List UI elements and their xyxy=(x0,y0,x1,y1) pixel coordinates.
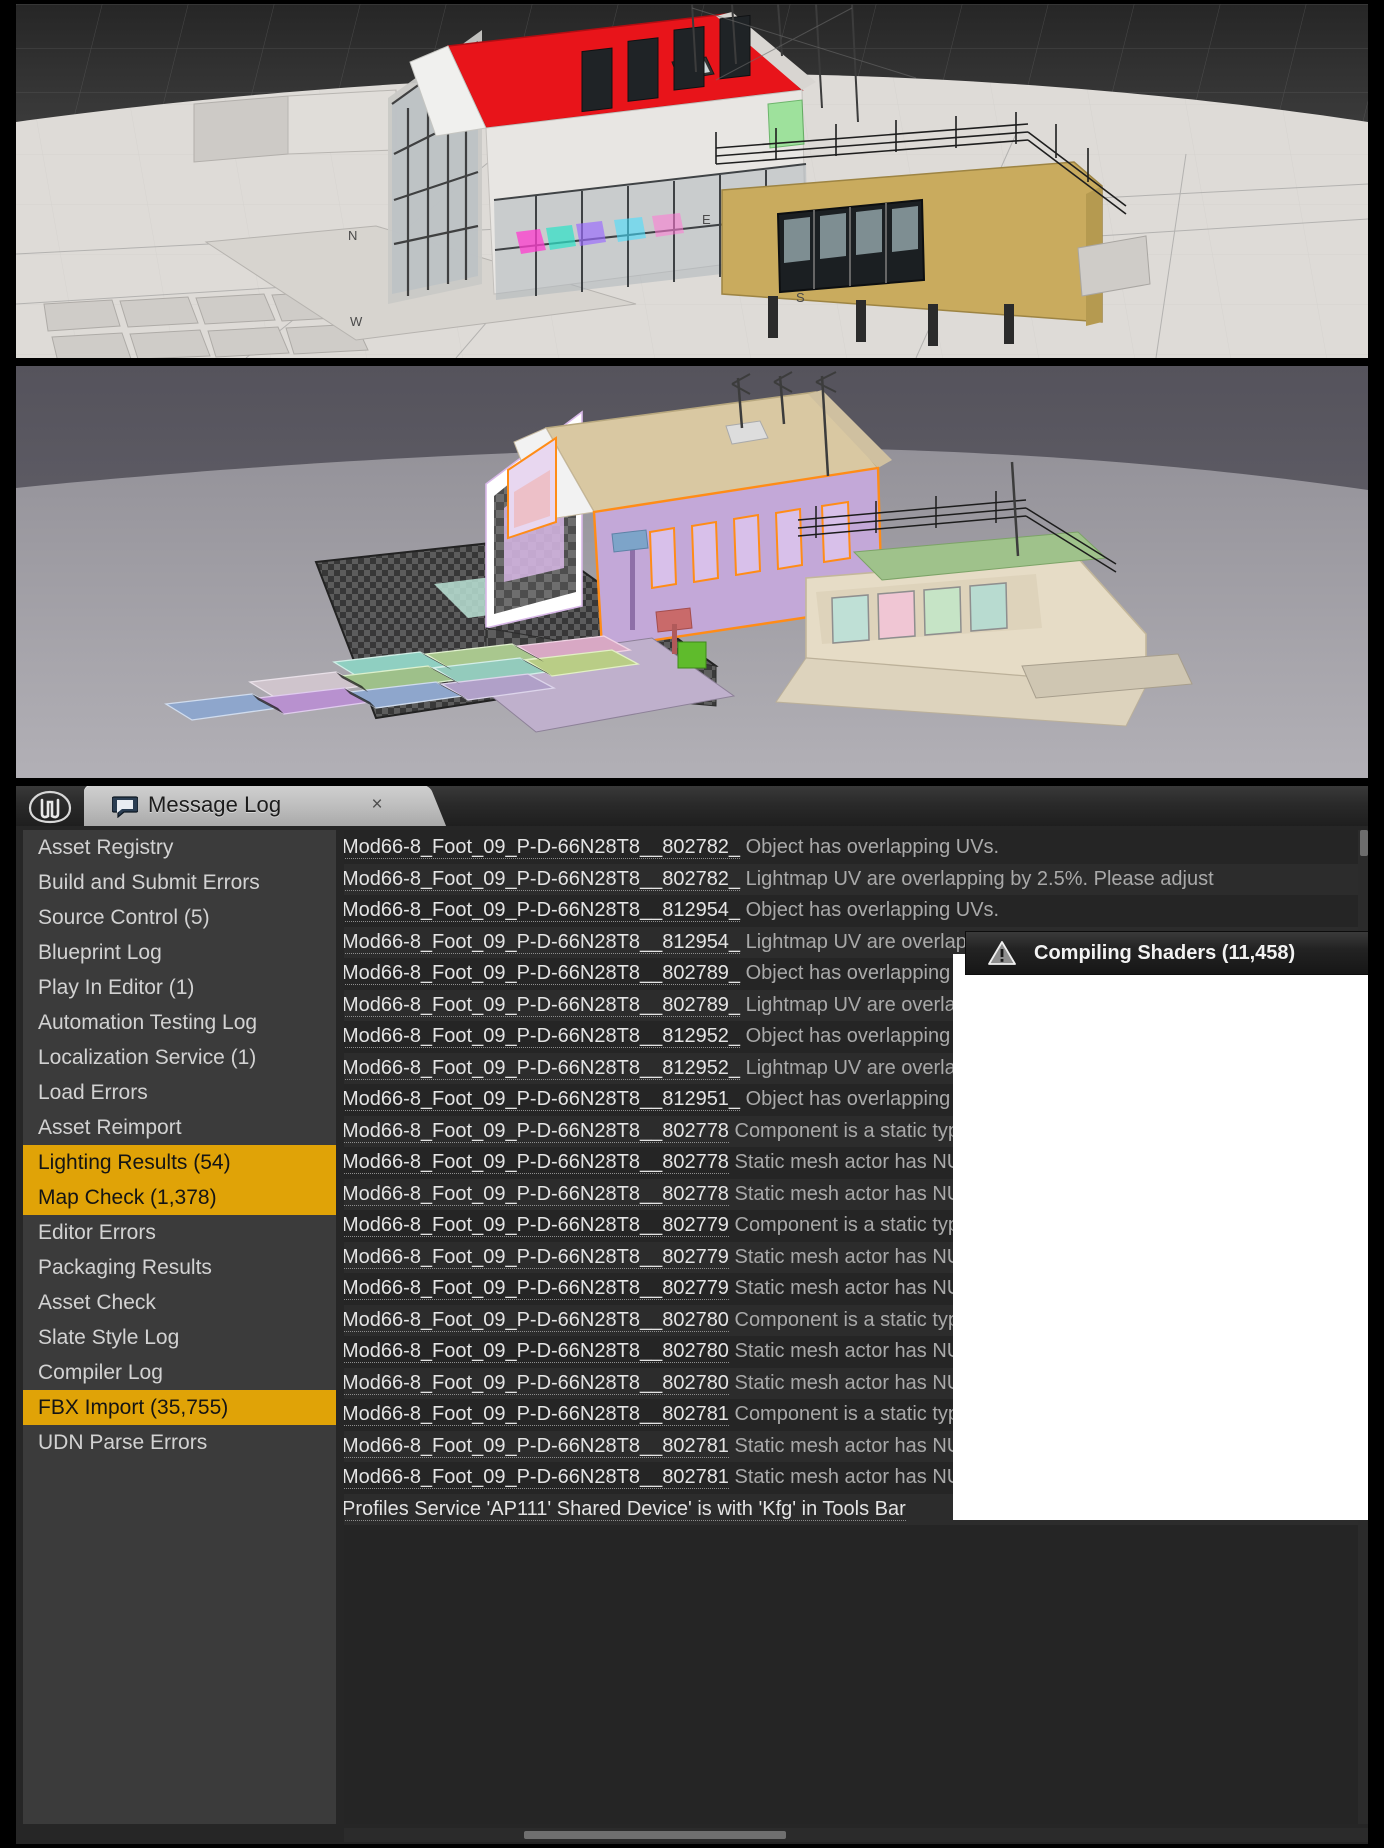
log-row-link[interactable]: Mod66-8_Foot_09_P-D-66N28T8__812952_ xyxy=(344,1025,741,1048)
sidebar-item-label: Blueprint Log xyxy=(38,941,162,964)
viewport-divider-1 xyxy=(0,358,1384,366)
message-log-icon xyxy=(111,794,139,819)
log-row-link[interactable]: Mod66-8_Foot_09_P-D-66N28T8__802789_ xyxy=(344,993,741,1017)
sidebar-item-label: Play In Editor (1) xyxy=(38,976,195,999)
log-row-link[interactable]: Mod66-8_Foot_09_P-D-66N28T8__802778 xyxy=(344,1182,729,1206)
sidebar-item[interactable]: Asset Reimport xyxy=(23,1110,336,1145)
sidebar-item-label: Source Control (5) xyxy=(38,906,210,929)
sidebar-item[interactable]: Localization Service (1) xyxy=(23,1040,336,1075)
sidebar-item-label: FBX Import (35,755) xyxy=(38,1396,229,1419)
log-row-link[interactable]: Mod66-8_Foot_09_P-D-66N28T8__802779 xyxy=(344,1277,729,1300)
sidebar-item-label: Lighting Results (54) xyxy=(38,1151,231,1174)
sidebar-item[interactable]: Play In Editor (1) xyxy=(23,970,336,1005)
log-horizontal-scroll-thumb[interactable] xyxy=(524,1831,786,1839)
unreal-engine-logo-icon xyxy=(24,789,76,825)
sidebar-item[interactable]: Automation Testing Log xyxy=(23,1005,336,1040)
log-horizontal-scrollbar[interactable] xyxy=(344,1828,1370,1842)
log-row-link[interactable]: Mod66-8_Foot_09_P-D-66N28T8__802780 xyxy=(344,1340,729,1363)
sidebar-item-label: Packaging Results xyxy=(38,1256,212,1279)
compiling-shaders-notification[interactable]: Compiling Shaders (11,458) xyxy=(965,931,1384,975)
log-row-link[interactable]: Mod66-8_Foot_09_P-D-66N28T8__802780 xyxy=(344,1308,729,1332)
sidebar-item[interactable]: Packaging Results xyxy=(23,1250,336,1285)
log-row-link[interactable]: Mod66-8_Foot_09_P-D-66N28T8__802789_ xyxy=(344,962,741,985)
warning-triangle-icon xyxy=(988,940,1016,966)
sidebar-item-label: Build and Submit Errors xyxy=(38,871,260,894)
log-row-link[interactable]: Mod66-8_Foot_09_P-D-66N28T8__802778 xyxy=(344,1151,729,1174)
sidebar-item-label: Localization Service (1) xyxy=(38,1046,257,1069)
sidebar-item[interactable]: Source Control (5) xyxy=(23,900,336,935)
log-row-link[interactable]: Mod66-8_Foot_09_P-D-66N28T8__812952_ xyxy=(344,1056,741,1080)
log-row-link[interactable]: Mod66-8_Foot_09_P-D-66N28T8__802779 xyxy=(344,1245,729,1269)
log-row-message: Object has overlapping UVs. xyxy=(740,899,1000,921)
sidebar-item-label: UDN Parse Errors xyxy=(38,1431,208,1454)
sidebar-item[interactable]: FBX Import (35,755) xyxy=(23,1390,336,1425)
log-row-link[interactable]: Mod66-8_Foot_09_P-D-66N28T8__802781 xyxy=(344,1403,729,1426)
log-row-message: Lightmap UV are overlapping by 2.5%. Ple… xyxy=(740,867,1214,890)
tab-title-label: Message Log xyxy=(148,792,282,817)
top-letterbox xyxy=(0,0,1384,4)
sidebar-item-label: Editor Errors xyxy=(38,1221,156,1244)
sidebar-item[interactable]: UDN Parse Errors xyxy=(23,1425,336,1460)
window-title-bar[interactable]: Message Log × xyxy=(14,784,1370,827)
scene-geometry-lit: N E S W xyxy=(16,4,1368,358)
log-row-link[interactable]: Mod66-8_Foot_09_P-D-66N28T8__802779 xyxy=(344,1214,729,1237)
sidebar-item[interactable]: Map Check (1,378) xyxy=(23,1180,336,1215)
notification-backdrop-panel xyxy=(953,954,1384,1520)
svg-text:E: E xyxy=(702,212,711,227)
sidebar-item[interactable]: Editor Errors xyxy=(23,1215,336,1250)
log-row-link[interactable]: Mod66-8_Foot_09_P-D-66N28T8__802781 xyxy=(344,1466,729,1489)
sidebar-item[interactable]: Lighting Results (54) xyxy=(23,1145,336,1180)
log-vertical-scroll-thumb[interactable] xyxy=(1360,830,1368,856)
sidebar-item-label: Asset Check xyxy=(38,1291,156,1314)
log-row-link[interactable]: Mod66-8_Foot_09_P-D-66N28T8__802778 xyxy=(344,1119,729,1143)
sidebar-item[interactable]: Asset Registry xyxy=(23,830,336,865)
sidebar-item-label: Automation Testing Log xyxy=(38,1011,258,1034)
close-tab-icon[interactable]: × xyxy=(366,794,388,816)
log-row[interactable]: Mod66-8_Foot_09_P-D-66N28T8__812954_ Obj… xyxy=(344,895,1370,927)
viewport-divider-2 xyxy=(0,778,1384,786)
notification-text: Compiling Shaders (11,458) xyxy=(1034,941,1296,964)
log-row-link[interactable]: Mod66-8_Foot_09_P-D-66N28T8__802782_ xyxy=(344,867,741,891)
log-row-link[interactable]: Mod66-8_Foot_09_P-D-66N28T8__812954_ xyxy=(344,930,741,954)
left-letterbox xyxy=(0,0,16,1848)
log-row-link[interactable]: Profiles Service 'AP111' Shared Device' … xyxy=(344,1497,906,1521)
log-row-link[interactable]: Mod66-8_Foot_09_P-D-66N28T8__812954_ xyxy=(344,899,741,922)
log-row[interactable]: Mod66-8_Foot_09_P-D-66N28T8__802782_ Lig… xyxy=(344,863,1370,895)
sidebar-item[interactable]: Compiler Log xyxy=(23,1355,336,1390)
sidebar-item[interactable]: Blueprint Log xyxy=(23,935,336,970)
svg-text:S: S xyxy=(796,290,805,305)
lit-perspective-viewport[interactable]: N E S W xyxy=(16,4,1368,358)
sidebar-item-label: Compiler Log xyxy=(38,1361,163,1384)
right-letterbox xyxy=(1368,0,1384,1848)
log-category-sidebar[interactable]: Asset Registry Build and Submit Errors Sou… xyxy=(23,830,336,1824)
log-row-link[interactable]: Mod66-8_Foot_09_P-D-66N28T8__802782_ xyxy=(344,836,741,859)
log-row-link[interactable]: Mod66-8_Foot_09_P-D-66N28T8__802780 xyxy=(344,1371,729,1395)
scene-geometry-uv xyxy=(16,366,1368,778)
log-row-link[interactable]: Mod66-8_Foot_09_P-D-66N28T8__812951_ xyxy=(344,1088,741,1111)
sidebar-item-label: Map Check (1,378) xyxy=(38,1186,217,1209)
sidebar-item-label: Asset Registry xyxy=(38,836,174,859)
sidebar-item[interactable]: Asset Check xyxy=(23,1285,336,1320)
sidebar-item[interactable]: Build and Submit Errors xyxy=(23,865,336,900)
svg-text:W: W xyxy=(350,314,363,329)
sidebar-item-label: Load Errors xyxy=(38,1081,148,1104)
sidebar-item-label: Slate Style Log xyxy=(38,1326,180,1349)
svg-text:N: N xyxy=(348,228,357,243)
sidebar-item[interactable]: Load Errors xyxy=(23,1075,336,1110)
log-row-message: Object has overlapping UVs. xyxy=(740,836,1000,858)
log-row-link[interactable]: Mod66-8_Foot_09_P-D-66N28T8__802781 xyxy=(344,1434,729,1458)
sidebar-item-label: Asset Reimport xyxy=(38,1116,182,1139)
sidebar-item[interactable]: Slate Style Log xyxy=(23,1320,336,1355)
log-row[interactable]: Mod66-8_Foot_09_P-D-66N28T8__802782_ Obj… xyxy=(344,832,1370,864)
lightmap-density-viewport[interactable] xyxy=(16,366,1368,778)
